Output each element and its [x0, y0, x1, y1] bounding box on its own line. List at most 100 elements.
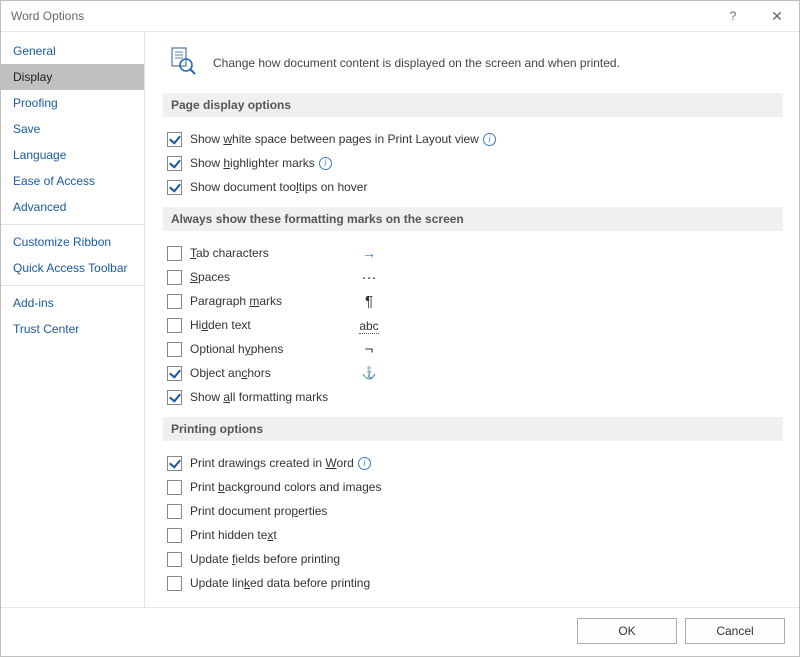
checkbox-label: Object anchors — [190, 366, 350, 380]
opt-white-space[interactable]: Show white space between pages in Print … — [167, 127, 783, 151]
page-description: Change how document content is displayed… — [213, 56, 620, 70]
close-icon: ✕ — [771, 8, 783, 25]
checkbox[interactable] — [167, 480, 182, 495]
opt-object-anchors[interactable]: Object anchors ⚓ — [167, 361, 783, 385]
sidebar-item-general[interactable]: General — [1, 38, 144, 64]
opt-print-background[interactable]: Print background colors and images — [167, 475, 783, 499]
section-header-page-display: Page display options — [163, 93, 783, 117]
checkbox[interactable] — [167, 504, 182, 519]
info-icon[interactable]: i — [483, 133, 496, 146]
checkbox-label: Update linked data before printing — [190, 576, 370, 590]
sidebar-item-label: Save — [13, 122, 40, 136]
checkbox-label: Show white space between pages in Print … — [190, 132, 479, 146]
checkbox-label: Update fields before printing — [190, 552, 340, 566]
checkbox[interactable] — [167, 270, 182, 285]
cancel-button[interactable]: Cancel — [685, 618, 785, 644]
checkbox[interactable] — [167, 552, 182, 567]
checkbox-label: Spaces — [190, 270, 350, 284]
spaces-dots-icon: ··· — [354, 269, 384, 286]
checkbox[interactable] — [167, 456, 182, 471]
hidden-text-icon: abc — [354, 317, 384, 333]
opt-tab-characters[interactable]: Tab characters → — [167, 241, 783, 265]
sidebar-item-label: Proofing — [13, 96, 58, 110]
checkbox-label: Print drawings created in Word — [190, 456, 354, 470]
sidebar-item-add-ins[interactable]: Add-ins — [1, 290, 144, 316]
sidebar-item-proofing[interactable]: Proofing — [1, 90, 144, 116]
checkbox-label: Print document properties — [190, 504, 327, 518]
sidebar-item-label: Add-ins — [13, 296, 54, 310]
dialog-footer: OK Cancel — [1, 607, 799, 656]
sidebar-separator — [1, 285, 144, 286]
sidebar-item-label: Quick Access Toolbar — [13, 261, 128, 275]
opt-show-all-formatting[interactable]: Show all formatting marks — [167, 385, 783, 409]
sidebar-item-label: Ease of Access — [13, 174, 95, 188]
formatting-marks-options: Tab characters → Spaces ··· Paragraph ma… — [167, 241, 783, 409]
display-options-icon — [169, 46, 199, 79]
window-title: Word Options — [11, 9, 84, 23]
titlebar: Word Options ? ✕ — [1, 1, 799, 32]
checkbox-label: Print background colors and images — [190, 480, 381, 494]
sidebar-item-customize-ribbon[interactable]: Customize Ribbon — [1, 229, 144, 255]
checkbox[interactable] — [167, 156, 182, 171]
help-icon: ? — [730, 9, 737, 23]
opt-update-fields[interactable]: Update fields before printing — [167, 547, 783, 571]
opt-paragraph-marks[interactable]: Paragraph marks ¶ — [167, 289, 783, 313]
dialog-body: General Display Proofing Save Language E… — [1, 32, 799, 607]
button-label: Cancel — [716, 624, 753, 638]
checkbox[interactable] — [167, 366, 182, 381]
checkbox-label: Show all formatting marks — [190, 390, 328, 404]
opt-print-hidden-text[interactable]: Print hidden text — [167, 523, 783, 547]
info-icon[interactable]: i — [319, 157, 332, 170]
help-button[interactable]: ? — [711, 1, 755, 31]
sidebar-item-label: Language — [13, 148, 66, 162]
checkbox-label: Show highlighter marks — [190, 156, 315, 170]
checkbox-label: Paragraph marks — [190, 294, 350, 308]
sidebar-item-save[interactable]: Save — [1, 116, 144, 142]
opt-print-properties[interactable]: Print document properties — [167, 499, 783, 523]
sidebar-item-ease-of-access[interactable]: Ease of Access — [1, 168, 144, 194]
sidebar-item-quick-access-toolbar[interactable]: Quick Access Toolbar — [1, 255, 144, 281]
optional-hyphen-icon: ¬ — [354, 341, 384, 358]
sidebar-item-label: Trust Center — [13, 322, 79, 336]
opt-hidden-text[interactable]: Hidden text abc — [167, 313, 783, 337]
opt-spaces[interactable]: Spaces ··· — [167, 265, 783, 289]
opt-update-linked-data[interactable]: Update linked data before printing — [167, 571, 783, 595]
opt-highlighter-marks[interactable]: Show highlighter marks i — [167, 151, 783, 175]
checkbox[interactable] — [167, 390, 182, 405]
section-header-formatting-marks: Always show these formatting marks on th… — [163, 207, 783, 231]
opt-print-drawings[interactable]: Print drawings created in Word i — [167, 451, 783, 475]
anchor-icon: ⚓ — [354, 366, 384, 380]
checkbox[interactable] — [167, 528, 182, 543]
sidebar-item-label: Display — [13, 70, 52, 84]
checkbox[interactable] — [167, 576, 182, 591]
info-icon[interactable]: i — [358, 457, 371, 470]
sidebar-item-label: Advanced — [13, 200, 66, 214]
checkbox-label: Show document tooltips on hover — [190, 180, 367, 194]
sidebar-item-advanced[interactable]: Advanced — [1, 194, 144, 220]
checkbox-label: Print hidden text — [190, 528, 277, 542]
sidebar-item-trust-center[interactable]: Trust Center — [1, 316, 144, 342]
close-button[interactable]: ✕ — [755, 1, 799, 31]
pilcrow-icon: ¶ — [354, 293, 384, 310]
checkbox[interactable] — [167, 180, 182, 195]
checkbox[interactable] — [167, 294, 182, 309]
printing-options: Print drawings created in Word i Print b… — [167, 451, 783, 595]
checkbox[interactable] — [167, 318, 182, 333]
page-intro: Change how document content is displayed… — [169, 46, 783, 79]
ok-button[interactable]: OK — [577, 618, 677, 644]
checkbox[interactable] — [167, 342, 182, 357]
checkbox[interactable] — [167, 246, 182, 261]
opt-optional-hyphens[interactable]: Optional hyphens ¬ — [167, 337, 783, 361]
page-display-options: Show white space between pages in Print … — [167, 127, 783, 199]
sidebar-item-display[interactable]: Display — [1, 64, 144, 90]
button-label: OK — [618, 624, 635, 638]
category-sidebar: General Display Proofing Save Language E… — [1, 32, 145, 607]
sidebar-item-language[interactable]: Language — [1, 142, 144, 168]
checkbox-label: Tab characters — [190, 246, 350, 260]
checkbox[interactable] — [167, 132, 182, 147]
tab-arrow-icon: → — [354, 245, 384, 261]
sidebar-item-label: General — [13, 44, 56, 58]
opt-tooltips-hover[interactable]: Show document tooltips on hover — [167, 175, 783, 199]
sidebar-separator — [1, 224, 144, 225]
checkbox-label: Optional hyphens — [190, 342, 350, 356]
